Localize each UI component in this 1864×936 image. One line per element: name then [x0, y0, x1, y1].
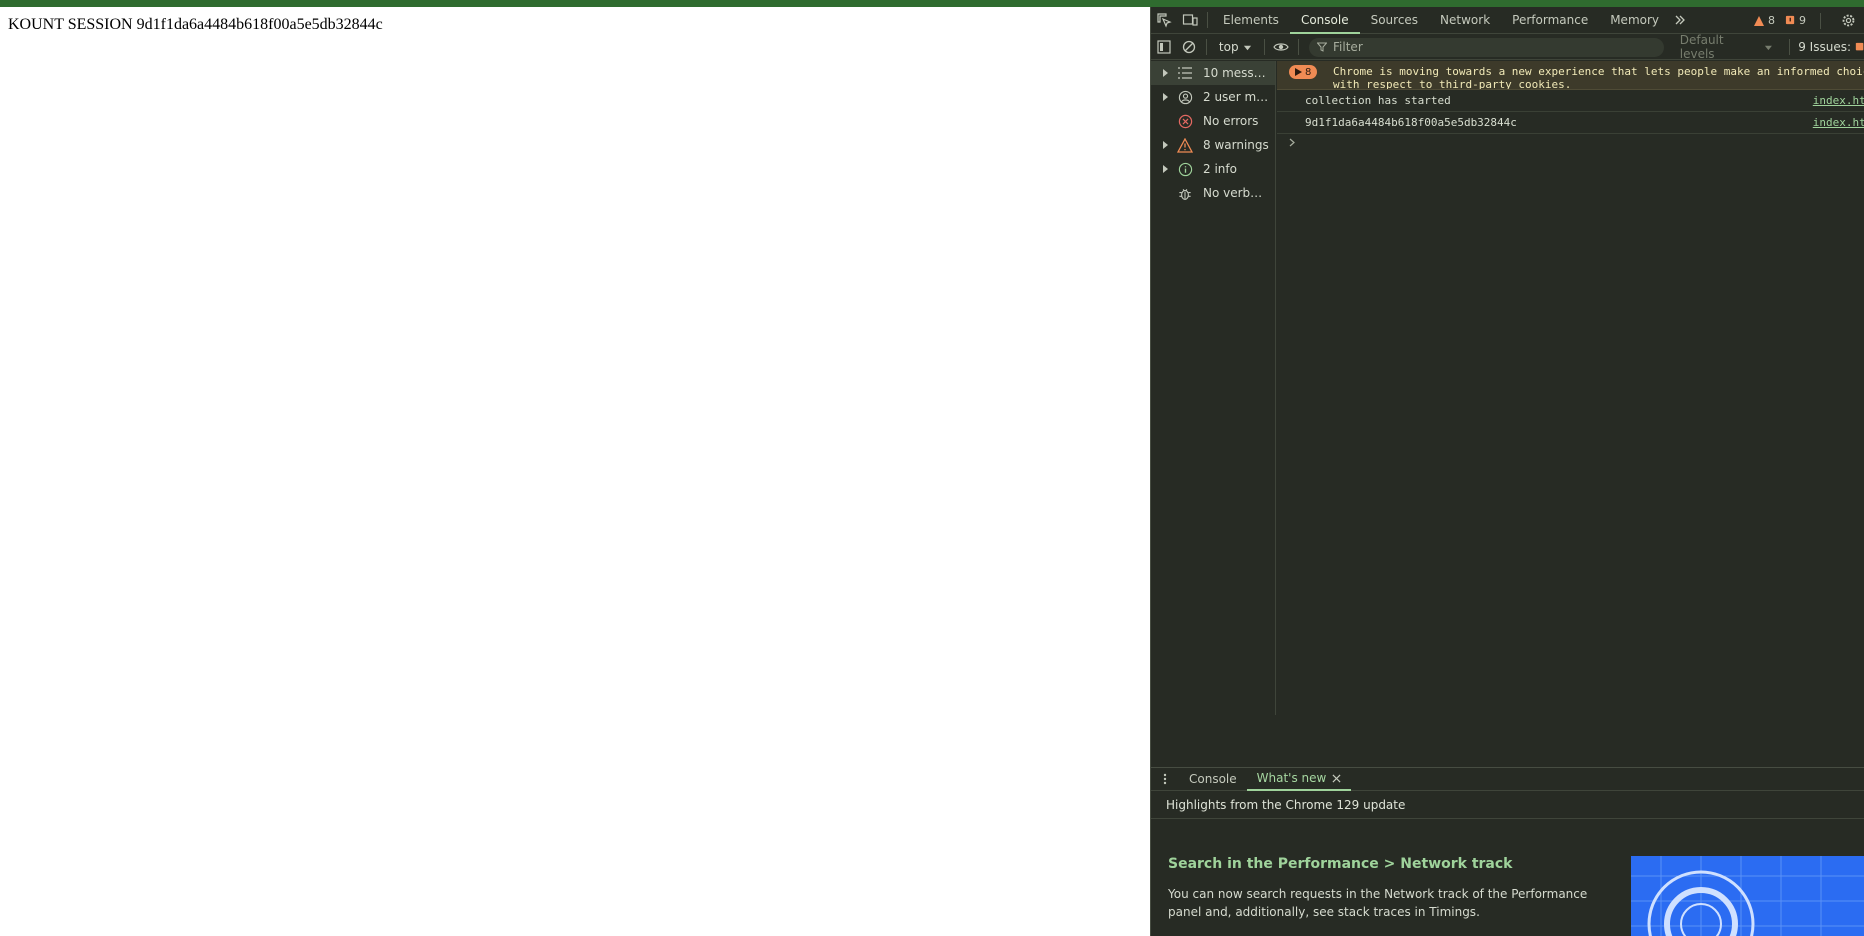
sidebar-item-user-messages[interactable]: 2 user me… — [1151, 85, 1275, 109]
info-icon — [1173, 162, 1197, 177]
inspect-element-icon[interactable] — [1151, 7, 1177, 34]
console-message: 9d1f1da6a4484b618f00a5e5db32844c index.h… — [1277, 112, 1864, 134]
kount-session-text: KOUNT SESSION 9d1f1da6a4484b618f00a5e5db… — [8, 16, 383, 33]
sidebar-item-label: No errors — [1203, 114, 1259, 128]
drawer-tab-label: Console — [1189, 772, 1237, 786]
divider — [1820, 12, 1821, 29]
warning-icon — [1754, 15, 1764, 26]
console-sidebar: 10 messages 2 user me… No errors 8 warni… — [1151, 61, 1276, 715]
device-toolbar-icon[interactable] — [1177, 7, 1203, 34]
clear-console-icon[interactable] — [1176, 35, 1201, 60]
whats-new-header: Highlights from the Chrome 129 update — [1151, 792, 1864, 819]
user-icon — [1173, 90, 1197, 105]
context-label: top — [1218, 40, 1239, 54]
sidebar-item-errors[interactable]: No errors — [1151, 109, 1275, 133]
console-toolbar: top Default levels 9 Issues: — [1151, 33, 1864, 61]
feature-illustration — [1631, 856, 1864, 936]
expand-arrow-icon — [1295, 68, 1302, 76]
web-page: KOUNT SESSION 9d1f1da6a4484b618f00a5e5db… — [0, 7, 1150, 936]
warnings-badge[interactable]: 8 — [1753, 14, 1775, 27]
feature-description: You can now search requests in the Netwo… — [1168, 887, 1588, 919]
sidebar-item-label: 2 user me… — [1203, 90, 1269, 104]
repeat-count-badge: 8 — [1289, 65, 1318, 79]
close-icon[interactable] — [1332, 773, 1341, 783]
sidebar-item-label: No verbose — [1203, 186, 1269, 200]
source-link[interactable]: index.html — [1813, 90, 1864, 112]
tab-performance[interactable]: Performance — [1501, 7, 1599, 34]
expand-arrow-icon[interactable] — [1151, 93, 1173, 101]
drawer-menu-icon[interactable] — [1151, 773, 1179, 785]
tab-console[interactable]: Console — [1289, 7, 1360, 34]
filter-icon — [1317, 42, 1328, 52]
sidebar-item-info[interactable]: 2 info — [1151, 157, 1275, 181]
tab-network[interactable]: Network — [1429, 7, 1501, 34]
sidebar-item-label: 8 warnings — [1203, 138, 1269, 152]
issues-link[interactable]: 9 Issues: — [1789, 39, 1864, 55]
message-text: 9d1f1da6a4484b618f00a5e5db32844c — [1305, 116, 1517, 129]
sidebar-item-verbose[interactable]: No verbose — [1151, 181, 1275, 205]
expand-arrow-icon[interactable] — [1151, 69, 1173, 77]
sidebar-item-messages[interactable]: 10 messages — [1151, 61, 1275, 85]
chevron-down-icon — [1765, 45, 1773, 50]
divider — [1298, 39, 1300, 55]
devtools-right-controls: 8 9 — [1753, 7, 1864, 34]
browser-top-bar — [0, 0, 1864, 7]
whats-new-content: Search in the Performance > Network trac… — [1151, 819, 1864, 936]
drawer-tab-whats-new[interactable]: What's new — [1246, 767, 1352, 791]
chevron-down-icon — [1243, 45, 1251, 50]
warning-text-line: Chrome is moving towards a new experienc… — [1333, 65, 1864, 78]
drawer-tab-label: What's new — [1256, 771, 1327, 785]
divider — [1205, 39, 1207, 55]
filter-box — [1309, 37, 1664, 57]
issues-label: 9 Issues: — [1798, 40, 1852, 54]
eye-icon[interactable] — [1269, 35, 1294, 60]
console-output: 8 Chrome is moving towards a new experie… — [1277, 61, 1864, 715]
devtools-tab-bar: Elements Console Sources Network Perform… — [1151, 7, 1864, 34]
list-icon — [1173, 67, 1197, 79]
sidebar-item-label: 10 messages — [1203, 66, 1269, 80]
filter-input[interactable] — [1333, 40, 1634, 54]
drawer-tab-console[interactable]: Console — [1179, 767, 1247, 791]
tab-memory[interactable]: Memory — [1599, 7, 1670, 34]
warnings-count: 8 — [1768, 14, 1775, 27]
issue-flag-icon — [1785, 15, 1795, 25]
warning-text-line: with respect to third-party cookies. — [1333, 78, 1572, 90]
default-levels-dropdown[interactable]: Default levels — [1672, 33, 1781, 61]
bug-icon — [1173, 186, 1197, 201]
issues-count: 9 — [1799, 14, 1806, 27]
console-warning-message[interactable]: 8 Chrome is moving towards a new experie… — [1277, 61, 1864, 90]
issue-flag-icon — [1855, 42, 1864, 51]
context-selector[interactable]: top — [1211, 35, 1260, 60]
gear-icon[interactable] — [1835, 7, 1861, 34]
sidebar-item-label: 2 info — [1203, 162, 1237, 176]
console-prompt[interactable] — [1277, 134, 1864, 154]
error-icon — [1173, 114, 1197, 129]
more-tabs-icon[interactable] — [1670, 14, 1690, 26]
tab-elements[interactable]: Elements — [1212, 7, 1290, 34]
warning-icon — [1173, 137, 1197, 153]
devtools-panel: Elements Console Sources Network Perform… — [1150, 7, 1864, 936]
divider — [1263, 39, 1265, 55]
console-message: collection has started index.html — [1277, 90, 1864, 112]
drawer-tab-bar: Console What's new — [1151, 767, 1864, 791]
sidebar-item-warnings[interactable]: 8 warnings — [1151, 133, 1275, 157]
tab-sources[interactable]: Sources — [1360, 7, 1429, 34]
expand-arrow-icon[interactable] — [1151, 165, 1173, 173]
levels-label: Default levels — [1679, 33, 1724, 61]
expand-arrow-icon[interactable] — [1151, 141, 1173, 149]
divider — [1207, 12, 1208, 28]
prompt-chevron-icon — [1289, 138, 1295, 147]
feature-title[interactable]: Search in the Performance > Network trac… — [1168, 856, 1512, 872]
source-link[interactable]: index.html — [1813, 112, 1864, 134]
sidebar-toggle-icon[interactable] — [1151, 35, 1176, 60]
issues-badge[interactable]: 9 — [1785, 14, 1806, 27]
repeat-count: 8 — [1305, 66, 1312, 78]
message-text: collection has started — [1305, 94, 1451, 107]
